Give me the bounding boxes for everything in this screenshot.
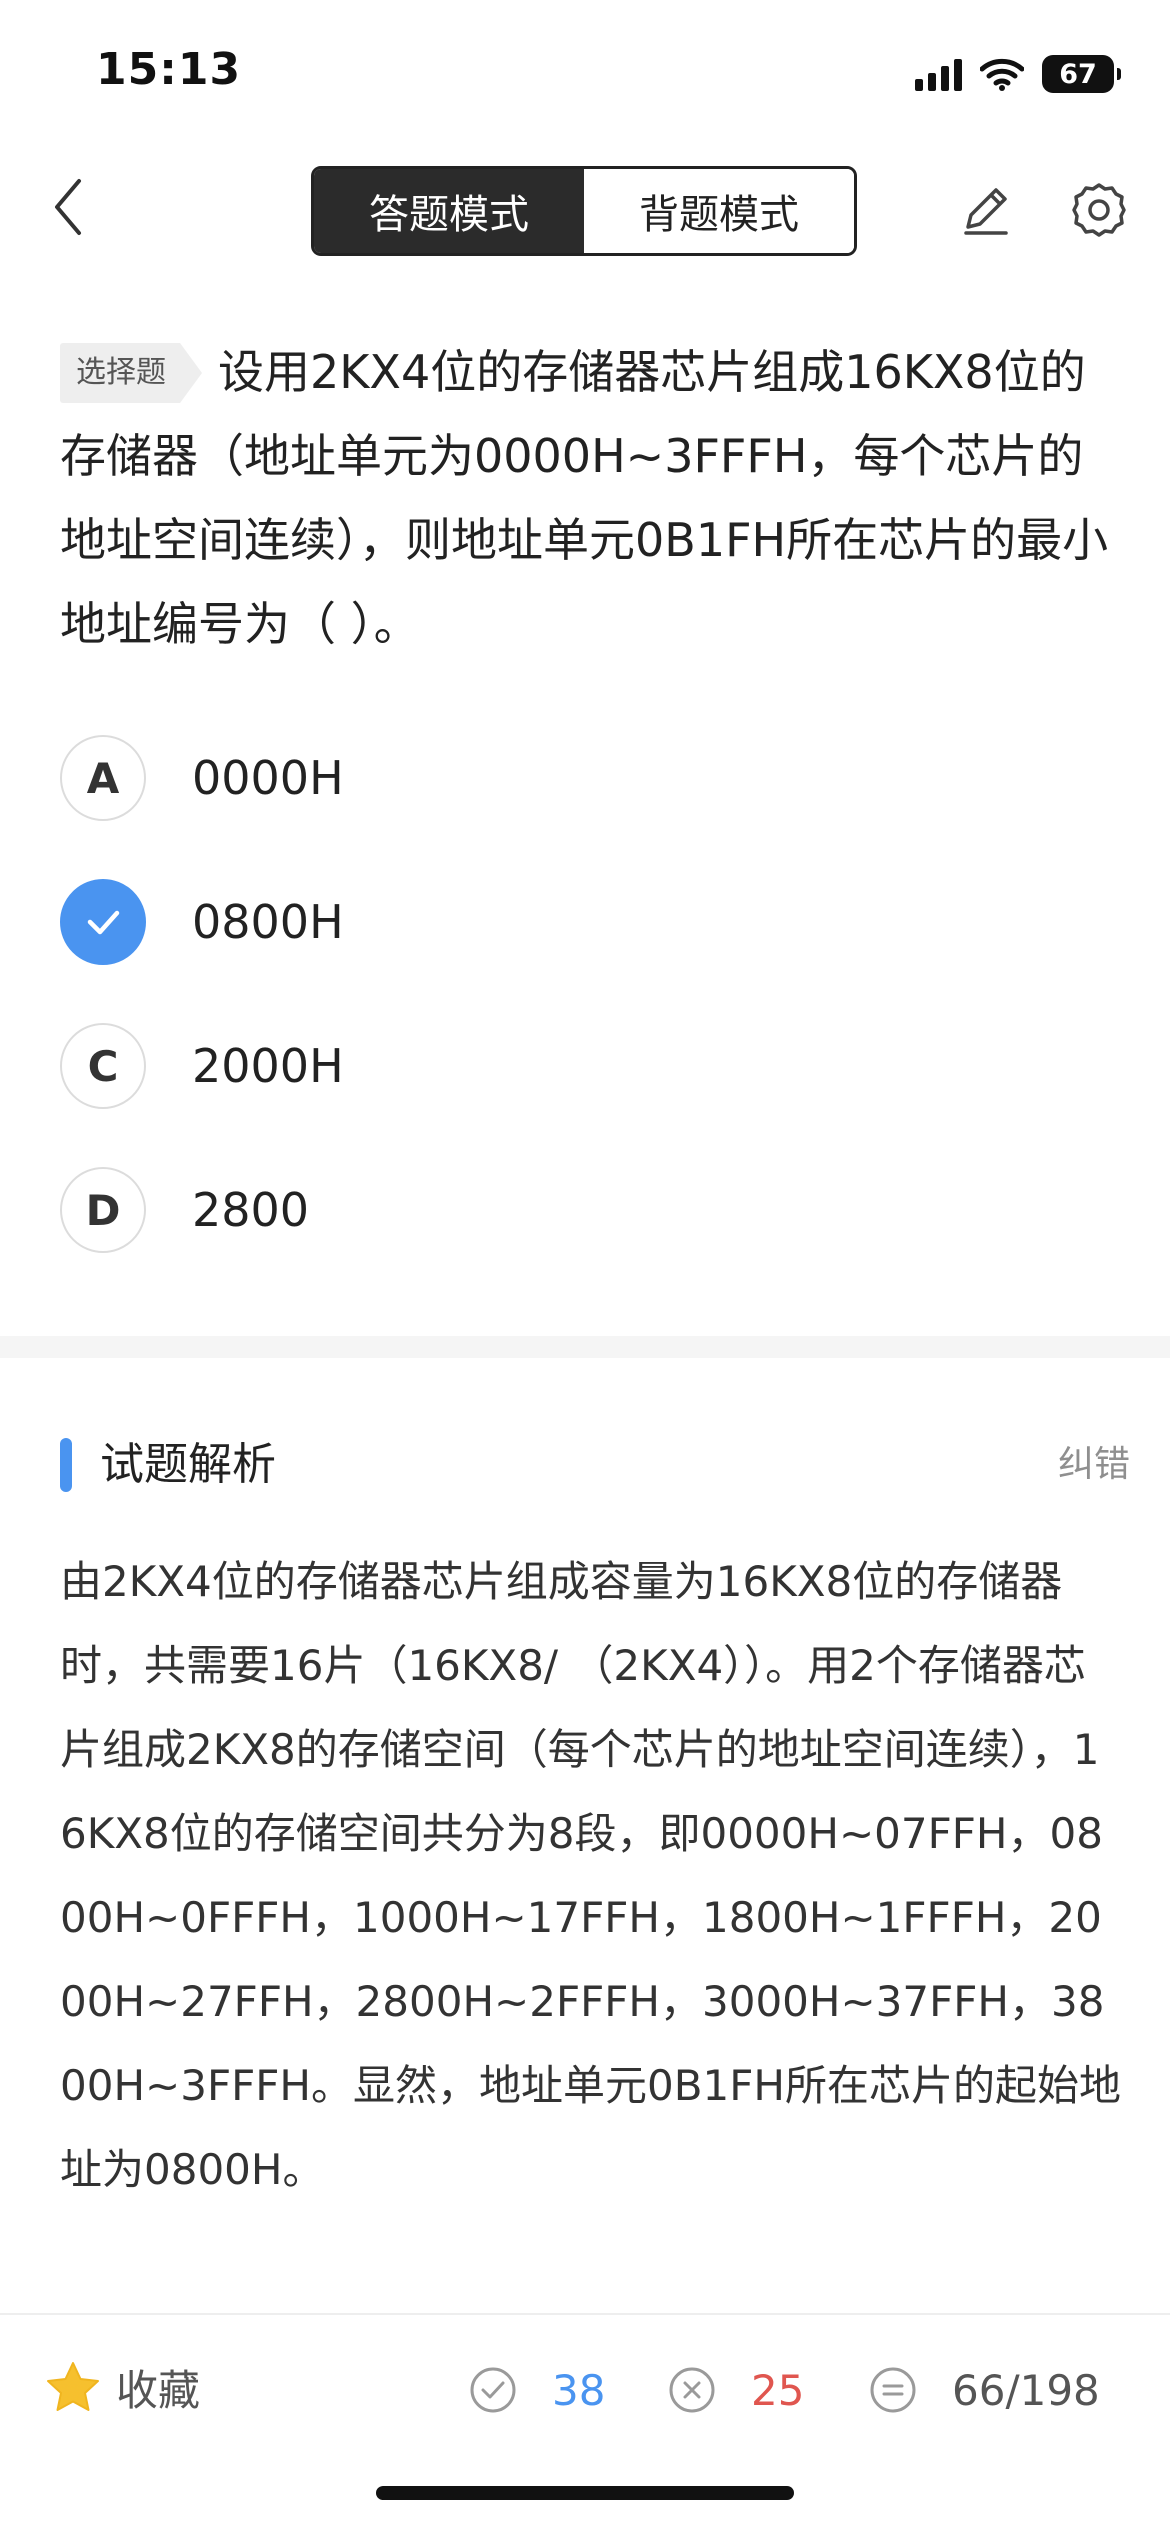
battery-icon: 67 bbox=[1042, 55, 1121, 93]
chevron-left-icon bbox=[55, 179, 81, 235]
accent-bar bbox=[60, 1438, 72, 1492]
option-b[interactable]: 0800H bbox=[60, 877, 1120, 967]
wifi-icon bbox=[980, 58, 1024, 91]
tab-answer-mode[interactable]: 答题模式 bbox=[314, 169, 584, 253]
status-icons: 67 bbox=[915, 48, 1121, 100]
progress-button[interactable]: 66/198 bbox=[868, 2357, 1100, 2423]
status-time: 15:13 bbox=[96, 44, 242, 95]
status-bar: 15:13 67 bbox=[0, 0, 1170, 150]
home-indicator bbox=[376, 2486, 794, 2500]
star-icon bbox=[47, 2361, 99, 2411]
report-error-link[interactable]: 纠错 bbox=[1058, 1430, 1130, 1500]
gear-icon bbox=[1072, 183, 1126, 237]
analysis-body: 由2KX4位的存储器芯片组成容量为16KX8位的存储器时，共需要16片（16KX… bbox=[60, 1557, 1121, 2194]
back-button[interactable] bbox=[34, 172, 104, 242]
option-text: 0000H bbox=[192, 751, 344, 805]
correct-count-value: 38 bbox=[552, 2365, 606, 2415]
edit-button[interactable] bbox=[950, 175, 1020, 245]
option-text: 2000H bbox=[192, 1039, 344, 1093]
correct-count: 38 bbox=[468, 2357, 605, 2423]
x-circle-icon bbox=[669, 2367, 715, 2413]
tab-recite-mode[interactable]: 背题模式 bbox=[584, 169, 854, 253]
nav-bar: 答题模式 背题模式 bbox=[0, 150, 1170, 275]
section-divider bbox=[0, 1336, 1170, 1358]
check-circle-icon bbox=[470, 2367, 516, 2413]
favorite-label: 收藏 bbox=[116, 2366, 201, 2415]
analysis-title: 试题解析 bbox=[100, 1439, 276, 1490]
option-letter-badge: D bbox=[60, 1167, 146, 1253]
option-text: 0800H bbox=[192, 895, 344, 949]
question-text: 设用2KX4位的存储器芯片组成16KX8位的存储器（地址单元为0000H~3FF… bbox=[60, 345, 1109, 651]
option-a[interactable]: A 0000H bbox=[60, 733, 1120, 823]
pencil-icon bbox=[964, 188, 1008, 235]
favorite-button[interactable]: 收藏 bbox=[44, 2357, 200, 2418]
checkmark-icon bbox=[87, 910, 120, 935]
option-d[interactable]: D 2800 bbox=[60, 1165, 1120, 1255]
wrong-count: 25 bbox=[667, 2357, 804, 2423]
settings-button[interactable] bbox=[1064, 175, 1134, 245]
signal-icon bbox=[915, 57, 962, 91]
mode-toggle: 答题模式 背题模式 bbox=[311, 166, 857, 256]
question-page: 15:13 67 答题模式 背题模式 选择题 设用2KX4位的存储器芯片组成16… bbox=[0, 0, 1170, 2532]
question-type-tag: 选择题 bbox=[60, 343, 202, 403]
analysis-header: 试题解析 纠错 bbox=[60, 1430, 1130, 1500]
option-c[interactable]: C 2000H bbox=[60, 1021, 1120, 1111]
equals-circle-icon bbox=[870, 2367, 916, 2413]
selected-check-badge bbox=[60, 879, 146, 965]
option-letter-badge: A bbox=[60, 735, 146, 821]
option-text: 2800 bbox=[192, 1183, 310, 1237]
question-stem: 选择题 设用2KX4位的存储器芯片组成16KX8位的存储器（地址单元为0000H~… bbox=[60, 330, 1120, 666]
answer-options: A 0000H 0800H C 2000H D 2800 bbox=[60, 733, 1120, 1309]
progress-value: 66/198 bbox=[952, 2365, 1100, 2415]
wrong-count-value: 25 bbox=[751, 2365, 805, 2415]
option-letter-badge: C bbox=[60, 1023, 146, 1109]
